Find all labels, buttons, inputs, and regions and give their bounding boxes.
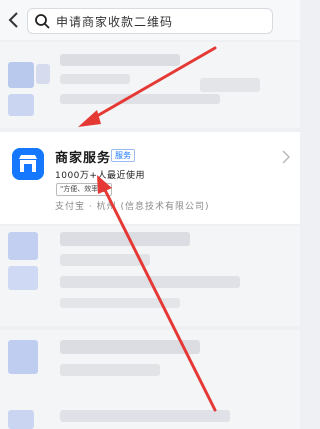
search-input[interactable]: 申请商家收款二维码 xyxy=(27,8,273,34)
chevron-right-icon[interactable] xyxy=(282,150,290,164)
blurred-result-bottom xyxy=(0,330,300,429)
storefront-icon xyxy=(12,148,44,180)
result-slogan: "方便、效率高" xyxy=(56,183,113,196)
result-tag: 服务 xyxy=(111,149,135,162)
blurred-result-top xyxy=(0,42,300,128)
blurred-result-middle xyxy=(0,226,300,326)
result-title[interactable]: 商家服务 xyxy=(55,147,111,166)
top-bar: 申请商家收款二维码 xyxy=(0,0,300,40)
search-icon xyxy=(35,14,50,29)
result-users: 1000万+人最近使用 xyxy=(55,171,145,181)
back-icon[interactable] xyxy=(6,10,22,30)
result-provider: 支付宝 · 杭州 (信息技术有限公司) xyxy=(55,202,210,212)
search-query: 申请商家收款二维码 xyxy=(56,15,174,29)
